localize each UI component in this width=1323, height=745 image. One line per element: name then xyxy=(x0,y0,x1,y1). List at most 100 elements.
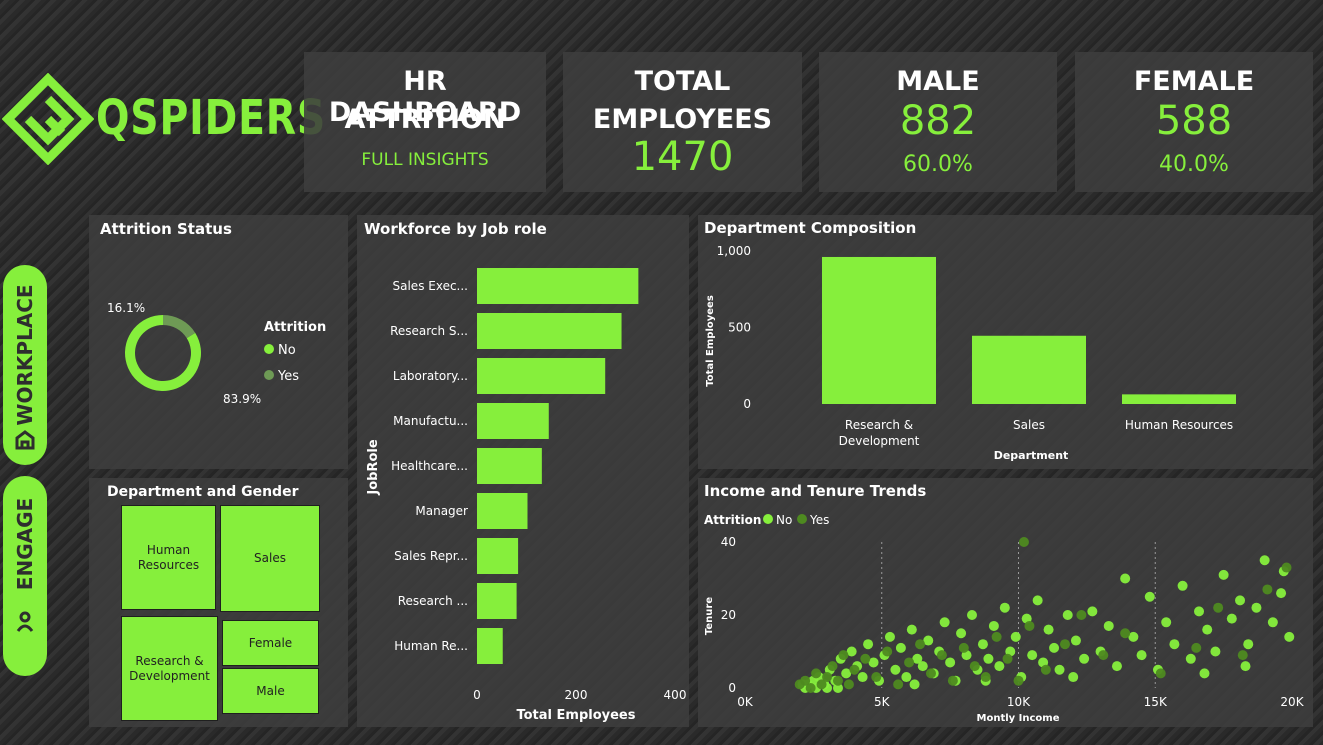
scatter-point-yes xyxy=(1155,668,1166,679)
brand-name: QSPIDERS xyxy=(96,90,327,146)
scatter-point-no xyxy=(967,610,978,620)
x-tick-label: 400 xyxy=(664,688,687,702)
x-axis-title: Total Employees xyxy=(516,708,635,723)
scatter-point-yes xyxy=(832,675,843,686)
scatter-point-no xyxy=(895,642,906,653)
jobrole-tick-label: Human Re... xyxy=(394,639,468,653)
legend-label-no: No xyxy=(776,513,792,527)
scatter-point-no xyxy=(939,617,950,628)
jobrole-tick-label: Research S... xyxy=(390,324,468,338)
scatter-point-no xyxy=(1027,650,1038,661)
scatter-point-no xyxy=(1043,624,1054,635)
department-tick-label: Sales xyxy=(1013,418,1045,432)
scatter-point-no xyxy=(1068,672,1079,683)
treemap-cell-sales[interactable]: Sales xyxy=(220,505,320,612)
jobrole-bar xyxy=(477,583,517,619)
department-gender-panel: Department and Gender Human Resources Sa… xyxy=(89,478,348,727)
scatter-point-no xyxy=(917,661,928,672)
legend-title: Attrition xyxy=(704,513,761,527)
donut-label-no: 83.9% xyxy=(223,392,261,406)
scatter-point-no xyxy=(994,661,1005,672)
scatter-point-yes xyxy=(1013,675,1024,686)
scatter-point-no xyxy=(1226,613,1237,624)
scatter-point-no xyxy=(1185,653,1196,664)
legend-dot-no xyxy=(763,514,773,524)
nav-workplace-button[interactable]: WORKPLACE xyxy=(3,265,47,465)
y-tick-label: 0 xyxy=(743,397,751,411)
department-bar-chart: 0 500 1,000 Research & Development Sales Human… xyxy=(705,244,1236,462)
x-tick-label: 200 xyxy=(565,688,588,702)
scatter-point-no xyxy=(1062,610,1073,620)
scatter-point-no xyxy=(857,672,868,683)
scatter-point-yes xyxy=(1098,650,1109,661)
kpi-male-title: MALE xyxy=(896,66,980,97)
scatter-point-no xyxy=(1054,664,1065,675)
y-tick-label: 500 xyxy=(728,321,751,335)
x-tick-label: 0 xyxy=(473,688,481,702)
treemap-cell-research-development[interactable]: Research & Development xyxy=(121,616,218,721)
scatter-point-no xyxy=(1218,569,1229,580)
jobrole-bar xyxy=(477,313,622,349)
attrition-status-panel: Attrition Status 16.1% 83.9% Attrition No Ye… xyxy=(89,215,348,469)
nav-workplace-label: WORKPLACE xyxy=(13,284,37,426)
kpi-male: MALE 882 60.0% xyxy=(819,52,1057,192)
scatter-point-no xyxy=(906,624,917,635)
scatter-point-no xyxy=(1267,617,1278,628)
home-icon xyxy=(15,430,35,450)
department-composition-panel: Department Composition 0 500 1,000 Research… xyxy=(698,215,1313,469)
department-gender-title: Department and Gender xyxy=(107,484,299,500)
scatter-point-yes xyxy=(1262,584,1273,595)
jobrole-tick-label: Manager xyxy=(415,504,468,518)
scatter-point-yes xyxy=(947,675,958,686)
jobrole-tick-label: Research ... xyxy=(398,594,468,608)
y-axis-title: Tenure xyxy=(704,597,715,635)
scatter-point-no xyxy=(1111,661,1122,672)
income-tenure-panel: Income and Tenure Trends Attrition No Yes 0… xyxy=(698,478,1313,727)
nav-engage-button[interactable]: ENGAGE xyxy=(3,476,47,676)
qspiders-logo-icon xyxy=(2,73,94,165)
department-composition-title: Department Composition xyxy=(704,219,917,237)
scatter-point-yes xyxy=(980,672,991,683)
scatter-point-yes xyxy=(849,664,860,675)
scatter-point-no xyxy=(890,664,901,675)
scatter-point-yes xyxy=(860,653,871,664)
jobrole-tick-label: Manufactu... xyxy=(393,414,468,428)
scatter-point-yes xyxy=(811,668,822,679)
nav-engage-label: ENGAGE xyxy=(13,497,37,591)
treemap-cell-female[interactable]: Female xyxy=(222,620,319,666)
legend-dot-yes xyxy=(264,370,274,380)
scatter-point-no xyxy=(863,639,874,650)
department-tick-label-rd: Research & Development xyxy=(839,418,920,448)
scatter-point-no xyxy=(1210,646,1221,657)
jobrole-bar xyxy=(477,358,606,394)
attrition-donut-chart: 16.1% 83.9% Attrition No Yes xyxy=(107,301,326,406)
scatter-point-no xyxy=(945,657,956,668)
scatter-point-yes xyxy=(1018,537,1029,547)
scatter-point-no xyxy=(1144,591,1155,602)
y-tick-label: 1,000 xyxy=(717,244,751,258)
scatter-point-yes xyxy=(1120,628,1131,639)
kpi-total-title-line1: TOTAL xyxy=(634,66,731,97)
scatter-point-yes xyxy=(936,650,947,661)
jobrole-bar-chart: Sales Exec... Research S... Laboratory... M… xyxy=(366,268,687,723)
brand-logo: QSPIDERS xyxy=(0,70,325,170)
jobrole-bar xyxy=(477,268,639,304)
scatter-point-yes xyxy=(1076,610,1087,620)
department-bar xyxy=(822,256,936,404)
treemap-cell-male[interactable]: Male xyxy=(222,668,319,714)
department-bar xyxy=(972,335,1086,404)
treemap-cell-human-resources[interactable]: Human Resources xyxy=(121,505,216,610)
donut-label-yes: 16.1% xyxy=(107,301,145,315)
x-tick-label: 20K xyxy=(1280,695,1304,709)
scatter-point-no xyxy=(884,631,895,642)
y-tick-label: 20 xyxy=(721,608,736,622)
attrition-status-title: Attrition Status xyxy=(100,220,232,238)
jobrole-tick-label: Sales Exec... xyxy=(393,279,469,293)
x-axis-title: Department xyxy=(994,449,1069,462)
workforce-jobrole-panel: Workforce by Job role Sales Exec... Resea… xyxy=(357,215,689,727)
scatter-point-no xyxy=(1240,661,1251,672)
scatter-point-yes xyxy=(904,657,915,668)
scatter-point-no xyxy=(1120,573,1131,584)
kpi-total-title-line2: EMPLOYEES xyxy=(592,104,773,135)
scatter-point-no xyxy=(1079,653,1090,664)
